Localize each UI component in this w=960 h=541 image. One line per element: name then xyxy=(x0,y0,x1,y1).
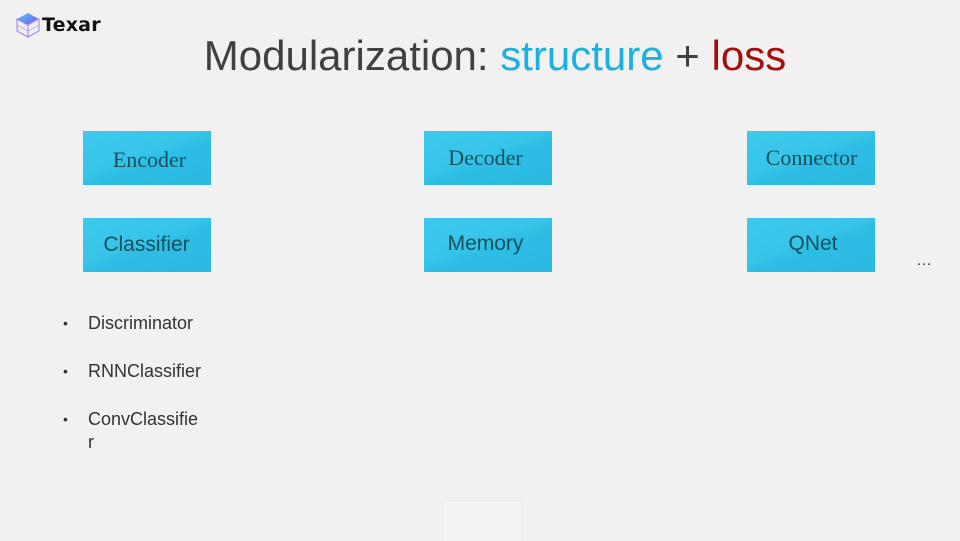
placeholder-frame xyxy=(442,500,522,541)
module-connector: Connector xyxy=(747,131,875,185)
module-encoder: Encoder xyxy=(83,131,211,185)
page-title: Modularization: structure + loss xyxy=(0,32,960,80)
more-modules-ellipsis: … xyxy=(916,252,933,269)
module-label: Encoder xyxy=(112,146,187,172)
title-prefix: Modularization: xyxy=(203,32,501,79)
title-structure: structure xyxy=(500,32,664,79)
bullet-icon: • xyxy=(63,315,68,331)
title-plus: + xyxy=(663,32,712,79)
module-label: Connector xyxy=(765,145,858,170)
classifier-list: • Discriminator • RNNClassifier • ConvClass… xyxy=(63,312,213,479)
module-decoder: Decoder xyxy=(424,131,552,185)
module-label: QNet xyxy=(788,232,838,255)
module-label: Memory xyxy=(447,232,524,255)
list-item: • Discriminator xyxy=(63,312,213,335)
bullet-icon: • xyxy=(63,411,68,427)
bullet-icon: • xyxy=(63,363,68,379)
list-item: • ConvClassifier xyxy=(63,408,203,454)
list-item: • RNNClassifier xyxy=(63,360,208,383)
list-item-label: RNNClassifier xyxy=(88,361,202,381)
module-label: Classifier xyxy=(103,233,190,256)
module-memory: Memory xyxy=(424,218,552,272)
module-classifier: Classifier xyxy=(83,218,211,272)
module-qnet: QNet xyxy=(747,218,875,272)
list-item-label: Discriminator xyxy=(88,313,194,333)
title-loss: loss xyxy=(711,32,787,79)
list-item-label: ConvClassifier xyxy=(88,409,199,452)
module-label: Decoder xyxy=(448,144,523,170)
